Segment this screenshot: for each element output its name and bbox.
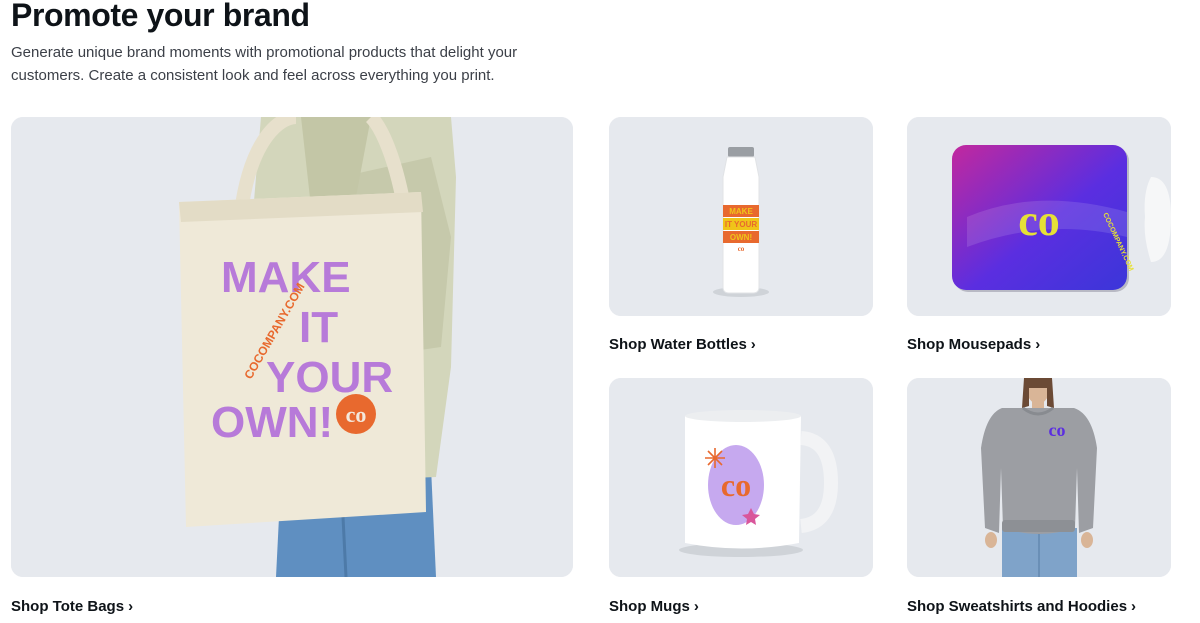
- sweatshirt-logo: co: [1049, 420, 1066, 440]
- shop-mugs-link[interactable]: Shop Mugs ›: [609, 597, 699, 617]
- tote-text-line-1: MAKE: [221, 253, 351, 302]
- shop-tote-bags-link[interactable]: Shop Tote Bags ›: [11, 597, 133, 617]
- tote-bag-tile[interactable]: MAKE IT YOUR OWN! COCOMPANY.COM co: [11, 117, 573, 577]
- shop-mousepads-link[interactable]: Shop Mousepads ›: [907, 335, 1040, 355]
- shop-mousepads-label: Shop Mousepads: [907, 336, 1032, 353]
- shop-mugs-label: Shop Mugs: [609, 598, 690, 615]
- section-description: Generate unique brand moments with promo…: [11, 44, 518, 84]
- mug-logo: co: [721, 467, 751, 503]
- tote-text-line-3: YOUR: [266, 353, 393, 402]
- bottle-text-line-2: IT YOUR: [725, 220, 758, 229]
- bottle-text-line-1: MAKE: [729, 207, 753, 216]
- chevron-right-icon: ›: [1035, 336, 1041, 353]
- chevron-right-icon: ›: [693, 598, 699, 615]
- mug-tile[interactable]: co: [609, 378, 873, 577]
- mousepad-image: co COCOMPANY.COM: [907, 117, 1171, 316]
- shop-tote-bags-label: Shop Tote Bags: [11, 598, 125, 615]
- tote-text-line-2: IT: [299, 303, 338, 352]
- sweatshirt-image: co: [907, 378, 1171, 577]
- shop-water-bottles-link[interactable]: Shop Water Bottles ›: [609, 335, 756, 355]
- chevron-right-icon: ›: [750, 336, 756, 353]
- tote-bag-image: MAKE IT YOUR OWN! COCOMPANY.COM co: [11, 117, 573, 577]
- shop-sweatshirts-link[interactable]: Shop Sweatshirts and Hoodies ›: [907, 597, 1136, 617]
- shop-sweatshirts-label: Shop Sweatshirts and Hoodies: [907, 598, 1128, 615]
- mousepad-logo: co: [1018, 196, 1060, 245]
- tote-logo: co: [346, 402, 367, 427]
- water-bottle-tile[interactable]: MAKE IT YOUR OWN! co: [609, 117, 873, 316]
- section-title: Promote your brand: [11, 0, 310, 33]
- chevron-right-icon: ›: [128, 598, 134, 615]
- bottle-text-line-3: OWN!: [730, 233, 752, 242]
- tote-text-line-4: OWN!: [211, 398, 333, 447]
- bottle-logo: co: [738, 245, 745, 253]
- chevron-right-icon: ›: [1131, 598, 1137, 615]
- mug-image: co: [609, 378, 873, 577]
- mousepad-tile[interactable]: co COCOMPANY.COM: [907, 117, 1171, 316]
- sweatshirt-tile[interactable]: co: [907, 378, 1171, 577]
- shop-water-bottles-label: Shop Water Bottles: [609, 336, 747, 353]
- water-bottle-image: MAKE IT YOUR OWN! co: [609, 117, 873, 316]
